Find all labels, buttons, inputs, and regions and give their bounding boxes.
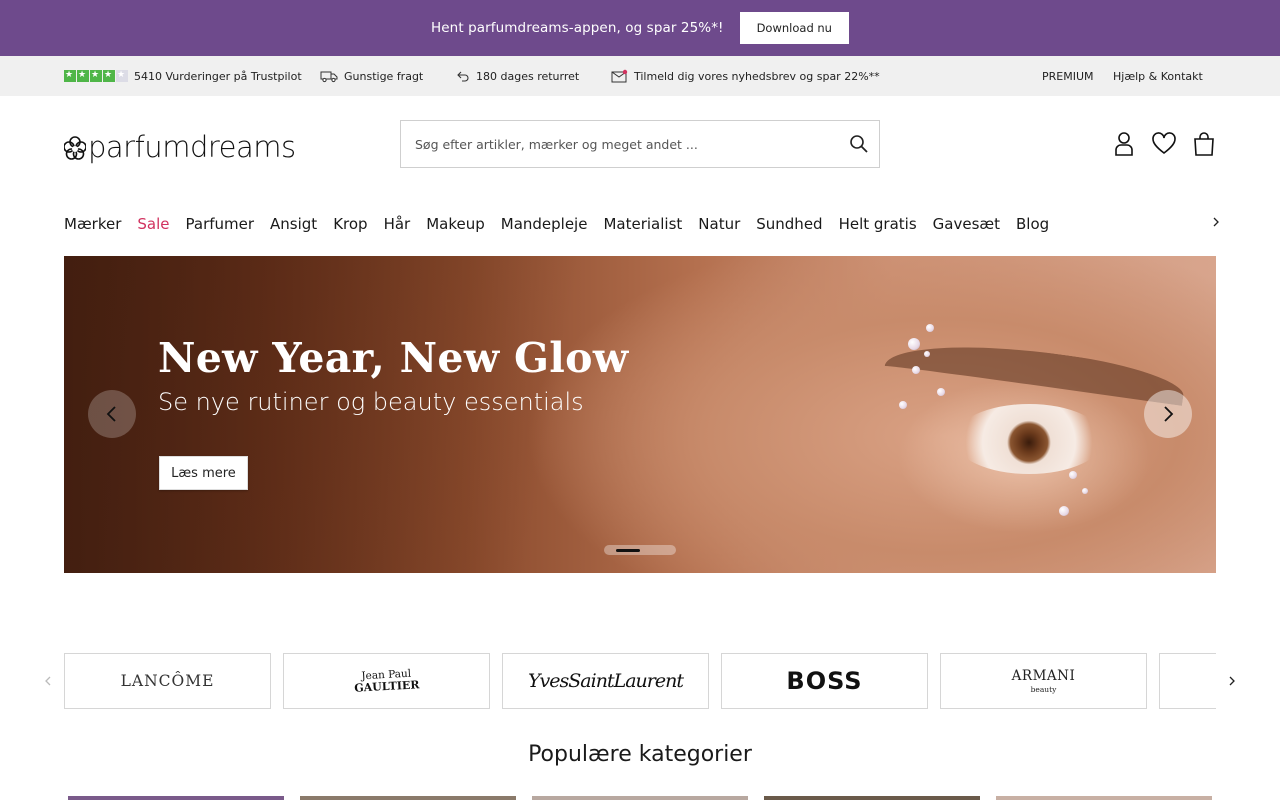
search-input[interactable] [401, 121, 821, 167]
main-nav: Mærker Sale Parfumer Ansigt Krop Hår Mak… [64, 210, 1049, 238]
brand-armani-logo: ARMANI beauty [1012, 668, 1076, 694]
nav-item-health[interactable]: Sundhed [756, 210, 822, 238]
truck-icon [320, 71, 338, 83]
hero-gem [1059, 506, 1069, 516]
brand-jpg-logo: Jean Paul GAULTIER [353, 668, 420, 695]
nav-item-gift-sets[interactable]: Gavesæt [933, 210, 1000, 238]
nav-item-nature[interactable]: Natur [698, 210, 740, 238]
hero-gem [926, 324, 934, 332]
brand-armani-line1: ARMANI [1011, 668, 1076, 684]
brand-ysl-logo: YvesSaintLaurent [528, 670, 684, 692]
nav-item-free[interactable]: Helt gratis [839, 210, 917, 238]
nav-item-body[interactable]: Krop [333, 210, 367, 238]
brand-armani[interactable]: ARMANI beauty [940, 653, 1147, 709]
brand-jean-paul-gaultier[interactable]: Jean Paul GAULTIER [283, 653, 490, 709]
newsletter-info[interactable]: Tilmeld dig vores nyhedsbrev og spar 22%… [611, 56, 880, 96]
heart-icon[interactable] [1151, 130, 1177, 158]
trustpilot-label: 5410 Vurderinger på Trustpilot [134, 69, 302, 83]
hero-next-button[interactable] [1144, 390, 1192, 438]
hero-banner[interactable]: New Year, New Glow Se nye rutiner og bea… [64, 256, 1216, 573]
logo[interactable]: parfumdreams [64, 126, 296, 168]
brand-slider: LANCÔME Jean Paul GAULTIER YvesSaintLaur… [64, 653, 1216, 709]
brand-boss[interactable]: BOSS [721, 653, 928, 709]
nav-item-face[interactable]: Ansigt [270, 210, 317, 238]
chevron-right-icon [1164, 406, 1174, 422]
hero-gem [899, 401, 907, 409]
shipping-label: Gunstige fragt [344, 69, 424, 83]
hero-subtitle: Se nye rutiner og beauty essentials [158, 388, 584, 416]
brand-lancome-logo: LANCÔME [120, 672, 215, 690]
help-contact-link[interactable]: Hjælp & Kontakt [1113, 56, 1203, 96]
brands-next-chevron-right-icon[interactable] [1225, 673, 1239, 689]
brand-jpg-line2: GAULTIER [353, 678, 420, 695]
hero-prev-button[interactable] [88, 390, 136, 438]
nav-item-sale[interactable]: Sale [137, 210, 169, 238]
download-app-button[interactable]: Download nu [739, 12, 849, 44]
premium-label: PREMIUM [1042, 69, 1094, 83]
mail-icon [611, 69, 628, 83]
brand-lancome[interactable]: LANCÔME [64, 653, 271, 709]
promo-bar: Hent parfumdreams-appen, og spar 25%*! D… [0, 0, 1280, 56]
hero-gem [1082, 488, 1088, 494]
brand-armani-line2: beauty [1030, 685, 1057, 694]
newsletter-label: Tilmeld dig vores nyhedsbrev og spar 22%… [634, 69, 880, 83]
logo-text: parfumdreams [88, 130, 296, 164]
popular-categories-title: Populære kategorier [528, 742, 752, 767]
hero-title: New Year, New Glow [158, 334, 629, 382]
hero-read-more-button[interactable]: Læs mere [159, 456, 248, 490]
bag-icon[interactable] [1191, 130, 1217, 158]
nav-item-brands[interactable]: Mærker [64, 210, 121, 238]
category-card[interactable] [300, 796, 516, 800]
nav-item-men[interactable]: Mandepleje [501, 210, 588, 238]
brands-prev-chevron-left-icon[interactable] [41, 673, 55, 689]
brand-boss-logo: BOSS [786, 667, 863, 695]
hero-gem [912, 366, 920, 374]
nav-item-makeup[interactable]: Makeup [426, 210, 485, 238]
promo-text: Hent parfumdreams-appen, og spar 25%*! [431, 20, 724, 36]
brand-ysl[interactable]: YvesSaintLaurent [502, 653, 709, 709]
nav-item-materialist[interactable]: Materialist [603, 210, 682, 238]
category-card[interactable] [764, 796, 980, 800]
user-icon[interactable] [1111, 130, 1137, 158]
shipping-info[interactable]: Gunstige fragt [320, 56, 423, 96]
nav-scroll-chevron-right-icon[interactable] [1209, 214, 1223, 230]
hero-gem [924, 351, 930, 357]
search-box [400, 120, 880, 168]
hero-pagination[interactable] [604, 545, 676, 555]
nav-item-hair[interactable]: Hår [384, 210, 411, 238]
category-card[interactable] [68, 796, 284, 800]
nav-item-blog[interactable]: Blog [1016, 210, 1049, 238]
info-bar: 5410 Vurderinger på Trustpilot Gunstige … [0, 56, 1280, 96]
returns-label: 180 dages returret [476, 69, 580, 83]
hero-image-eye [954, 404, 1104, 474]
hero-gem [937, 388, 945, 396]
category-card[interactable] [996, 796, 1212, 800]
help-label: Hjælp & Kontakt [1113, 69, 1203, 83]
premium-link[interactable]: PREMIUM [1042, 56, 1094, 96]
returns-info[interactable]: 180 dages returret [456, 56, 579, 96]
brand-next-partial[interactable] [1159, 653, 1216, 709]
hero-gem [908, 338, 920, 350]
category-card[interactable] [532, 796, 748, 800]
nav-item-perfumes[interactable]: Parfumer [186, 210, 255, 238]
logo-flower-icon [64, 136, 86, 160]
hero-pagination-active [616, 549, 640, 552]
trustpilot-rating[interactable]: 5410 Vurderinger på Trustpilot [64, 56, 302, 96]
chevron-left-icon [106, 406, 116, 422]
trustpilot-stars-icon [64, 69, 128, 82]
return-arrow-icon [457, 71, 469, 82]
search-icon[interactable] [849, 134, 869, 154]
hero-gem [1069, 471, 1077, 479]
